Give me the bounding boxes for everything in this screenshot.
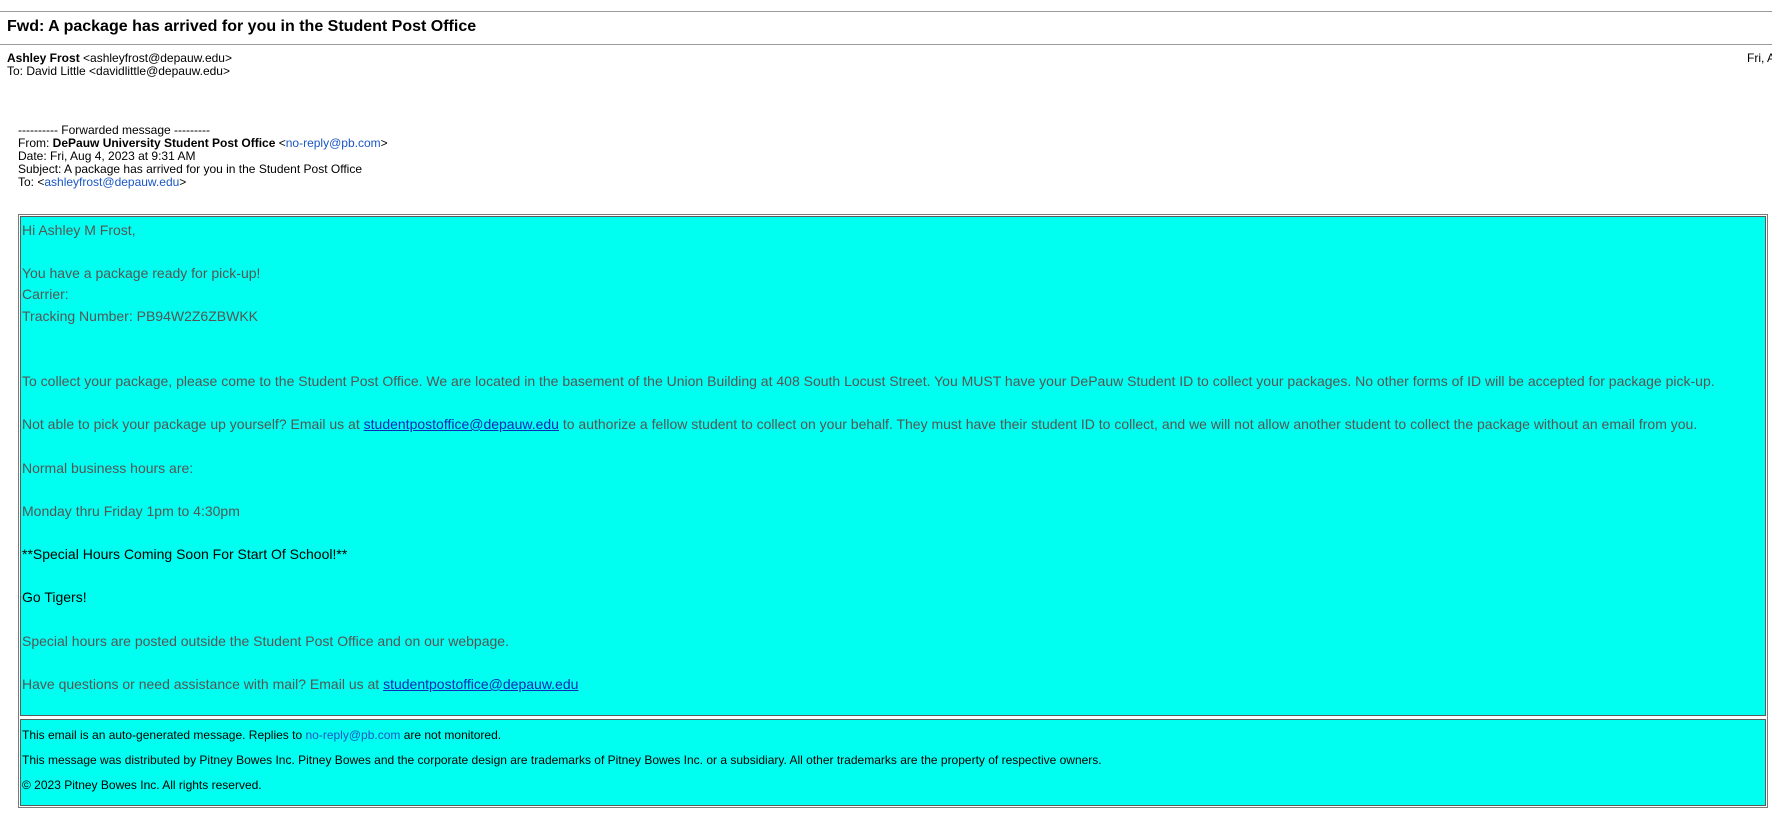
forward-to-label: To: < [18, 175, 45, 189]
hours-label: Normal business hours are: [22, 460, 194, 476]
recipient-line: To: David Little <davidlittle@depauw.edu… [7, 64, 230, 78]
subject-divider [0, 44, 1772, 45]
footer-panel: This email is an auto-generated message.… [20, 719, 1766, 806]
forward-from-label: From: [18, 136, 53, 150]
proxy-pickup-line: Not able to pick your package up yoursel… [22, 416, 1697, 432]
notification-panel: Hi Ashley M Frost, You have a package re… [20, 216, 1766, 716]
email-subject: Fwd: A package has arrived for you in th… [7, 18, 477, 35]
email-date: Fri, A [1747, 51, 1772, 65]
post-office-email-link[interactable]: studentpostoffice@depauw.edu [364, 416, 559, 432]
greeting: Hi Ashley M Frost, [22, 222, 136, 238]
forward-from-close: > [380, 136, 388, 150]
copyright: © 2023 Pitney Bowes Inc. All rights rese… [22, 778, 262, 792]
message-card: Hi Ashley M Frost, You have a package re… [18, 214, 1768, 808]
footer-reply-email-link[interactable]: no-reply@pb.com [305, 728, 400, 742]
ready-line: You have a package ready for pick-up! [22, 265, 261, 281]
proxy-pickup-text: Not able to pick your package up yoursel… [22, 416, 364, 432]
proxy-pickup-text-end: to authorize a fellow student to collect… [558, 416, 1698, 432]
questions-text: Have questions or need assistance with m… [22, 676, 384, 692]
auto-notice-text: This email is an auto-generated message.… [22, 728, 306, 742]
carrier-line: Carrier: [22, 286, 69, 302]
forward-from-name: DePauw University Student Post Office [52, 136, 276, 150]
business-hours: Monday thru Friday 1pm to 4:30pm [22, 503, 240, 519]
questions-line: Have questions or need assistance with m… [22, 676, 578, 692]
special-hours-posted: Special hours are posted outside the Stu… [22, 633, 509, 649]
forward-from-email-link[interactable]: no-reply@pb.com [286, 136, 381, 150]
auto-notice-text-end: are not monitored. [400, 728, 502, 742]
questions-email-link[interactable]: studentpostoffice@depauw.edu [383, 676, 578, 692]
forward-to-close: > [179, 175, 187, 189]
forward-to-email-link[interactable]: ashleyfrost@depauw.edu [44, 175, 179, 189]
sender-address[interactable]: <ashleyfrost@depauw.edu> [83, 51, 232, 65]
special-hours-notice: **Special Hours Coming Soon For Start Of… [22, 546, 348, 562]
forwarded-header: ---------- Forwarded message --------- F… [18, 124, 388, 189]
trademark-notice: This message was distributed by Pitney B… [22, 753, 1102, 767]
go-tigers: Go Tigers! [22, 589, 87, 605]
top-divider [0, 11, 1772, 12]
forward-to-line: To: <ashleyfrost@depauw.edu> [18, 176, 388, 189]
tracking-number: Tracking Number: PB94W2Z6ZBWKK [22, 308, 258, 324]
auto-generated-notice: This email is an auto-generated message.… [22, 729, 501, 742]
sender-name: Ashley Frost [7, 51, 80, 65]
forward-from-open: < [275, 136, 286, 150]
collect-instructions: To collect your package, please come to … [22, 373, 1715, 389]
